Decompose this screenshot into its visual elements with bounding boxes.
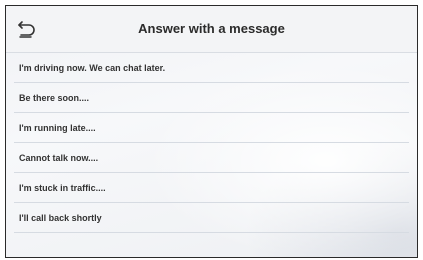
message-option-label: Cannot talk now.... (19, 152, 99, 163)
message-option-label: I'll call back shortly (19, 212, 102, 223)
message-option-3[interactable]: I'm running late.... (14, 113, 409, 143)
message-option-1[interactable]: I'm driving now. We can chat later. (14, 53, 409, 83)
message-option-label: I'm stuck in traffic.... (19, 182, 106, 193)
message-option-4[interactable]: Cannot talk now.... (14, 143, 409, 173)
message-option-5[interactable]: I'm stuck in traffic.... (14, 173, 409, 203)
message-option-6[interactable]: I'll call back shortly (14, 203, 409, 233)
message-option-label: I'm driving now. We can chat later. (19, 62, 166, 73)
message-option-label: I'm running late.... (19, 122, 96, 133)
message-reply-panel: Answer with a message I'm driving now. W… (5, 5, 418, 258)
header-bar: Answer with a message (6, 6, 417, 53)
message-list: I'm driving now. We can chat later. Be t… (14, 53, 409, 233)
message-option-2[interactable]: Be there soon.... (14, 83, 409, 113)
page-title: Answer with a message (138, 21, 285, 36)
message-option-label: Be there soon.... (19, 92, 90, 103)
